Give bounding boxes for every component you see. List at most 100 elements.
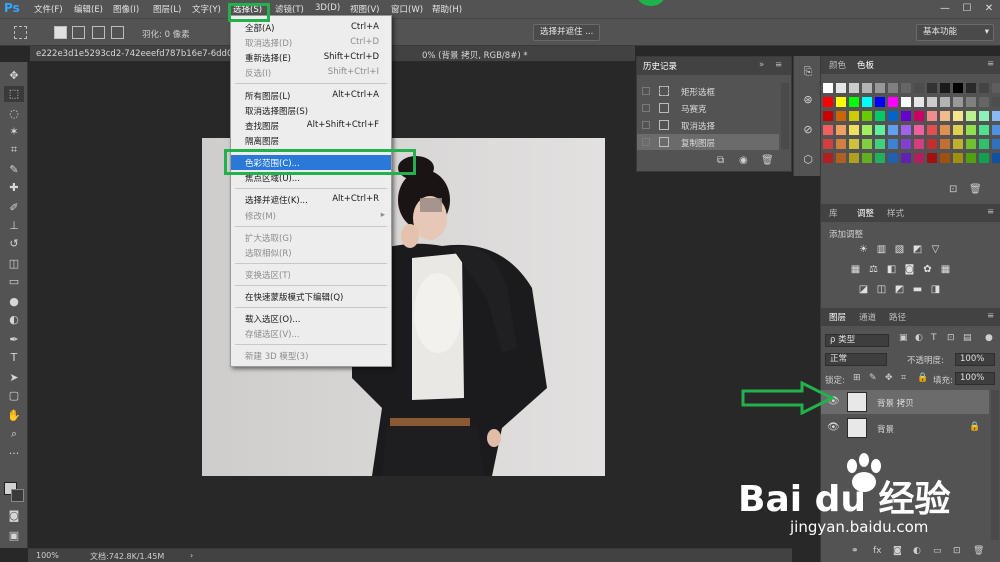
visibility-eye-icon[interactable]: 👁: [827, 422, 840, 433]
color-swatch[interactable]: [914, 97, 924, 107]
select-and-mask-button[interactable]: 选择并遮住 ...: [533, 24, 601, 41]
color-swatch[interactable]: [953, 153, 963, 163]
lasso-tool-icon[interactable]: ◌: [4, 106, 24, 122]
color-swatch[interactable]: [966, 83, 976, 93]
menu-edit[interactable]: 编辑(E): [74, 3, 103, 15]
color-swatch[interactable]: [992, 111, 1000, 121]
close-icon[interactable]: ✕: [978, 2, 1000, 16]
color-swatch[interactable]: [836, 125, 846, 135]
exposure-icon[interactable]: ◩: [911, 244, 924, 256]
menu-file[interactable]: 文件(F): [34, 3, 63, 15]
color-swatch[interactable]: [966, 139, 976, 149]
panel-menu-icon[interactable]: ≡: [987, 207, 994, 217]
status-arrow-icon[interactable]: ›: [190, 551, 193, 560]
color-swatch[interactable]: [823, 125, 833, 135]
menu-filter[interactable]: 滤镜(T): [275, 3, 304, 15]
color-swatch[interactable]: [914, 153, 924, 163]
channel-mixer-icon[interactable]: ✿: [921, 264, 934, 276]
adjustment-filter-icon[interactable]: ◐: [915, 333, 923, 343]
zoom-level[interactable]: 100%: [36, 551, 59, 560]
color-swatch[interactable]: [966, 97, 976, 107]
color-swatch[interactable]: [901, 139, 911, 149]
color-swatch[interactable]: [940, 125, 950, 135]
tab-channels[interactable]: 通道: [859, 311, 876, 323]
color-swatch[interactable]: [953, 111, 963, 121]
link-layers-icon[interactable]: ⚭: [851, 546, 859, 556]
pen-tool-icon[interactable]: ✒: [4, 332, 24, 348]
color-swatch[interactable]: [836, 153, 846, 163]
color-swatch[interactable]: [940, 153, 950, 163]
history-checkbox[interactable]: [642, 121, 650, 129]
tab-layers[interactable]: 图层: [829, 311, 846, 323]
color-swatch[interactable]: [927, 139, 937, 149]
menu-new-3d-model[interactable]: 新建 3D 模型(3): [231, 348, 391, 363]
color-swatch[interactable]: [888, 111, 898, 121]
menu-inverse[interactable]: 反选(I) Shift+Ctrl+I: [231, 65, 391, 80]
color-swatch[interactable]: [914, 111, 924, 121]
new-document-from-state-icon[interactable]: ⧉: [717, 155, 724, 166]
color-swatch[interactable]: [901, 111, 911, 121]
color-swatch[interactable]: [875, 111, 885, 121]
color-swatch[interactable]: [875, 125, 885, 135]
fx-icon[interactable]: fx: [873, 546, 882, 556]
dodge-tool-icon[interactable]: ◐: [4, 312, 24, 328]
history-panel-icon[interactable]: ⎘: [798, 64, 818, 80]
color-swatch[interactable]: [979, 125, 989, 135]
quick-mask-icon[interactable]: ◙: [4, 508, 24, 524]
layer-row-background[interactable]: 👁 背景 🔒: [821, 416, 989, 440]
healing-brush-tool-icon[interactable]: ✚: [4, 180, 24, 196]
screen-mode-icon[interactable]: ▣: [4, 528, 24, 544]
color-swatch[interactable]: [901, 125, 911, 135]
menu-deselect-layers[interactable]: 取消选择图层(S): [231, 103, 391, 118]
menu-transform-selection[interactable]: 变换选区(T): [231, 267, 391, 282]
color-swatch[interactable]: [849, 153, 859, 163]
color-swatch[interactable]: [953, 125, 963, 135]
color-swatch[interactable]: [927, 111, 937, 121]
color-swatch[interactable]: [823, 97, 833, 107]
menu-window[interactable]: 窗口(W): [391, 3, 423, 15]
history-item[interactable]: 复制图层: [637, 134, 779, 150]
color-swatch[interactable]: [849, 125, 859, 135]
history-brush-tool-icon[interactable]: ↺: [4, 236, 24, 252]
color-swatch[interactable]: [992, 153, 1000, 163]
threshold-icon[interactable]: ◩: [893, 284, 906, 296]
color-swatch[interactable]: [927, 125, 937, 135]
color-swatch[interactable]: [836, 139, 846, 149]
color-swatch[interactable]: [836, 97, 846, 107]
color-swatch[interactable]: [979, 153, 989, 163]
color-swatch[interactable]: [875, 139, 885, 149]
layer-row-background-copy[interactable]: 👁 背景 拷贝: [821, 390, 989, 414]
menu-quick-mask[interactable]: 在快速蒙版模式下编辑(Q): [231, 289, 391, 304]
filter-toggle-icon[interactable]: ●: [985, 333, 993, 343]
color-swatch[interactable]: [979, 139, 989, 149]
color-swatch[interactable]: [953, 139, 963, 149]
color-swatch[interactable]: [953, 83, 963, 93]
vibrance-icon[interactable]: ▽: [929, 244, 942, 256]
menu-modify[interactable]: 修改(M) ▸: [231, 208, 391, 223]
layers-scrollbar[interactable]: [991, 390, 999, 540]
background-color-swatch[interactable]: [11, 489, 24, 502]
type-filter-icon[interactable]: T: [931, 333, 937, 343]
menu-find-layers[interactable]: 查找图层 Alt+Shift+Ctrl+F: [231, 118, 391, 133]
posterize-icon[interactable]: ◫: [875, 284, 888, 296]
color-lookup-icon[interactable]: ▦: [939, 264, 952, 276]
history-item[interactable]: 取消选择: [637, 117, 779, 133]
path-selection-tool-icon[interactable]: ➤: [4, 370, 24, 386]
color-swatch[interactable]: [901, 153, 911, 163]
brightness-icon[interactable]: ☀: [857, 244, 870, 256]
color-swatch[interactable]: [849, 111, 859, 121]
lock-transparent-icon[interactable]: ⊞: [853, 373, 861, 383]
zoom-tool-icon[interactable]: ⌕: [4, 426, 24, 442]
color-swatch[interactable]: [849, 139, 859, 149]
intersect-selection-icon[interactable]: [111, 26, 124, 39]
color-swatch[interactable]: [992, 97, 1000, 107]
new-adjustment-layer-icon[interactable]: ◐: [913, 546, 921, 556]
color-swatch[interactable]: [888, 125, 898, 135]
color-swatch[interactable]: [927, 83, 937, 93]
color-swatch[interactable]: [888, 83, 898, 93]
menu-grow[interactable]: 扩大选取(G): [231, 230, 391, 245]
color-swatch[interactable]: [914, 125, 924, 135]
color-swatch[interactable]: [823, 111, 833, 121]
color-balance-icon[interactable]: ⚖: [867, 264, 880, 276]
menu-all-layers[interactable]: 所有图层(L) Alt+Ctrl+A: [231, 88, 391, 103]
